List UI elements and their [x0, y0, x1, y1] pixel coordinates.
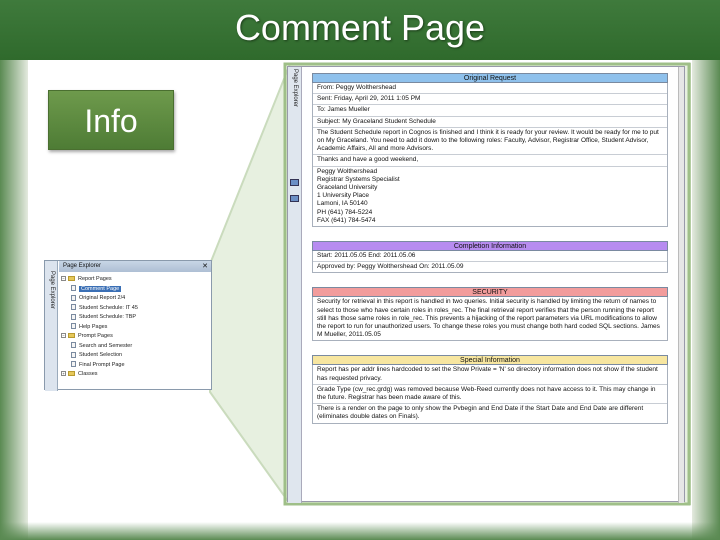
left-border	[0, 60, 28, 540]
special-info-header: Special Information	[312, 355, 668, 366]
explorer-tab-label: Page Explorer	[49, 271, 55, 310]
request-row: Sent: Friday, April 29, 2011 1:05 PM	[313, 94, 667, 106]
tree-item[interactable]: Comment Page	[61, 285, 138, 295]
report-side-tab[interactable]: Page Explorer	[288, 67, 302, 503]
special-info-box: Report has per addr lines hardcoded to s…	[312, 365, 668, 424]
tree-item[interactable]: Final Prompt Page	[61, 361, 138, 371]
tree-item[interactable]: Help Pages	[61, 323, 138, 333]
tree-item-label: Search and Semester	[79, 342, 133, 349]
completion-box: Start: 2011.05.05 End: 2011.05.06 Approv…	[312, 251, 668, 274]
tree-item-label: Student Schedule: TBP	[79, 314, 137, 320]
tree-item-label: Student Selection	[79, 352, 123, 358]
request-row: Thanks and have a good weekend,	[313, 155, 667, 167]
security-text: Security for retrieval in this report is…	[317, 298, 660, 339]
tree-item[interactable]: + Classes	[61, 370, 138, 380]
report-tab-label: Page Explorer	[292, 69, 298, 108]
explorer-header: Page Explorer ✕	[59, 261, 211, 272]
tree-item-label: Prompt Pages	[78, 333, 113, 339]
page-icon	[71, 351, 76, 358]
page-icon	[71, 285, 76, 292]
tree-item-label: Help Pages	[79, 323, 108, 330]
page-icon	[71, 342, 76, 349]
page-icon	[71, 304, 76, 311]
completion-header: Completion Information	[312, 241, 668, 252]
original-request-box: From: Peggy Wolthershead Sent: Friday, Ap…	[312, 83, 668, 228]
request-row: Subject: My Graceland Student Schedule	[313, 117, 667, 128]
info-button[interactable]: Info	[48, 90, 174, 150]
request-row: To: James Mueller	[313, 105, 667, 117]
properties-icon[interactable]	[290, 195, 299, 202]
explorer-side-tab[interactable]: Page Explorer	[45, 261, 58, 391]
page-icon	[71, 313, 76, 320]
tree-item-label: Comment Page	[79, 285, 122, 292]
folder-icon	[68, 333, 75, 339]
bottom-border	[0, 522, 720, 540]
tree-item-label: Report Pages	[78, 276, 112, 282]
request-row: From: Peggy Wolthershead	[313, 83, 667, 95]
tree-item-label: Original Report 2/4	[79, 295, 126, 301]
page-icon	[71, 323, 76, 330]
tree-item[interactable]: − Report Pages	[61, 275, 138, 285]
close-icon[interactable]: ✕	[202, 261, 208, 272]
security-header: SECURITY	[312, 287, 668, 298]
report-body: Original Request From: Peggy Wolthershea…	[312, 73, 668, 424]
tree-item[interactable]: Student Schedule: TBP	[61, 313, 138, 323]
completion-dates: Start: 2011.05.05 End: 2011.05.06	[313, 251, 667, 263]
explorer-tree: − Report Pages Comment Page Original Report…	[61, 275, 138, 380]
tree-item[interactable]: Original Report 2/4	[61, 294, 138, 304]
security-box: Security for retrieval in this report is…	[312, 297, 668, 342]
expander-icon[interactable]: −	[61, 333, 66, 339]
special-info-row: Report has per addr lines hardcoded to s…	[313, 365, 667, 385]
page-explorer: Page Explorer Page Explorer ✕ − Report Pa…	[44, 260, 212, 391]
right-border	[692, 60, 720, 540]
tree-item[interactable]: Search and Semester	[61, 342, 138, 352]
tree-item-label: Student Schedule: IT 45	[79, 304, 138, 311]
toolbox-icon[interactable]	[290, 179, 299, 186]
slide-title: Comment Page	[0, 0, 720, 60]
report-scrollbar[interactable]	[678, 67, 684, 503]
special-info-row: Grade Type (cw_rec.grdg) was removed bec…	[313, 385, 667, 405]
folder-icon	[68, 371, 75, 377]
special-info-row: There is a render on the page to only sh…	[317, 405, 644, 421]
completion-approval: Approved by: Peggy Wolthershead On: 2011…	[317, 263, 464, 271]
page-icon	[71, 294, 76, 301]
expander-icon[interactable]: +	[61, 371, 66, 377]
report-preview: Page Explorer Original Request From: Peg…	[287, 66, 685, 503]
folder-icon	[68, 276, 75, 282]
explorer-header-title: Page Explorer	[63, 263, 102, 269]
tree-item[interactable]: − Prompt Pages	[61, 332, 138, 342]
request-row: Peggy Wolthershead Registrar Systems Spe…	[317, 167, 400, 224]
tree-item-label: Classes	[78, 371, 98, 377]
tree-item-label: Final Prompt Page	[79, 361, 125, 368]
expander-icon[interactable]: −	[61, 276, 66, 282]
request-row: The Student Schedule report in Cognos is…	[313, 128, 667, 156]
page-icon	[71, 361, 76, 368]
tree-item[interactable]: Student Selection	[61, 351, 138, 361]
tree-item[interactable]: Student Schedule: IT 45	[61, 304, 138, 314]
original-request-header: Original Request	[312, 73, 668, 83]
